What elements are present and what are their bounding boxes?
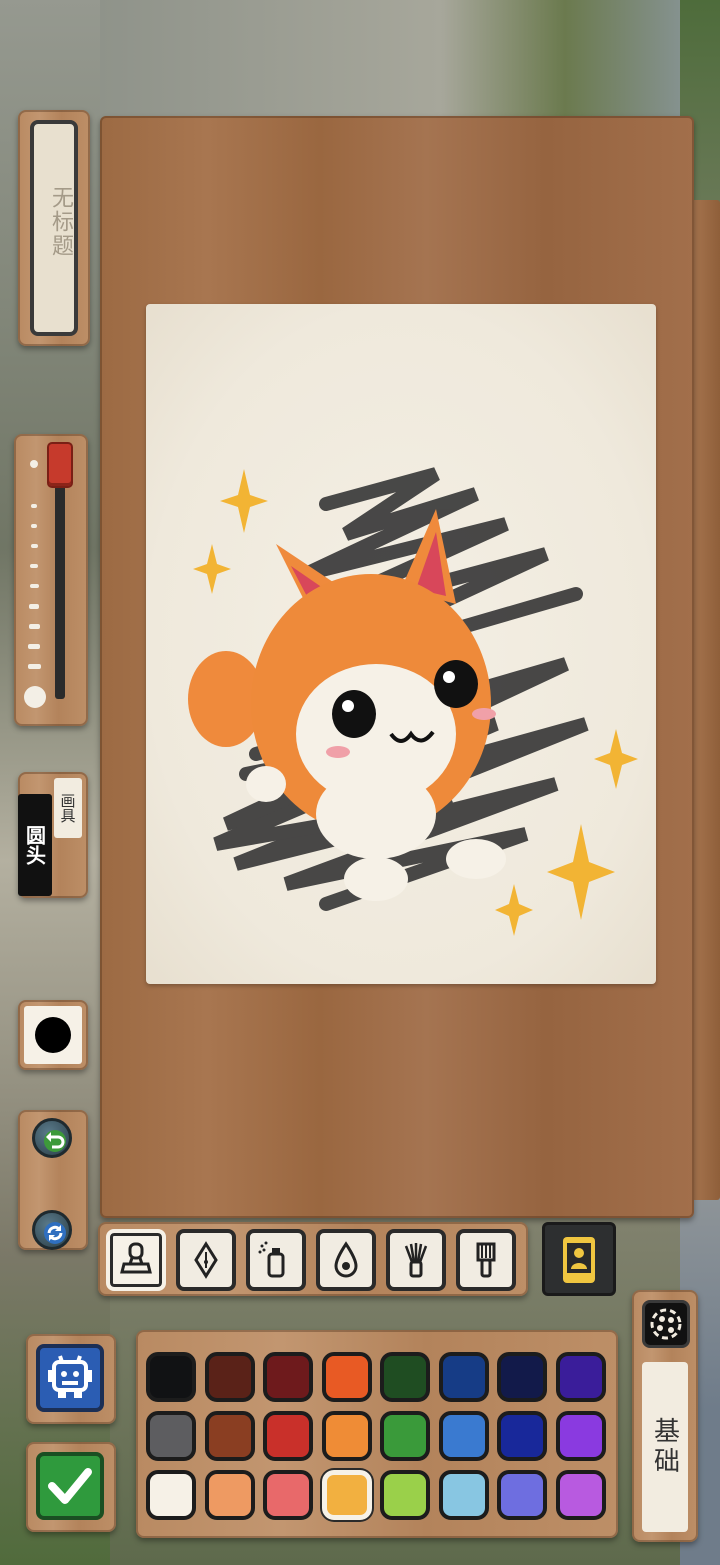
size-tick	[31, 504, 37, 508]
fan-brush-tool[interactable]	[386, 1229, 446, 1291]
color-swatch[interactable]	[321, 1470, 372, 1520]
size-tick	[30, 584, 39, 588]
confirm-button-frame	[26, 1442, 116, 1532]
mode-switch-button[interactable]	[642, 1300, 690, 1348]
brush-size-slider-handle[interactable]	[49, 444, 71, 486]
fan-brush-icon	[404, 1243, 428, 1278]
color-swatch[interactable]	[380, 1411, 430, 1461]
size-small-marker	[30, 460, 38, 468]
current-color-preview	[18, 1000, 88, 1070]
fill-tool[interactable]	[316, 1229, 376, 1291]
brush-size-panel	[14, 434, 88, 726]
flat-brush-tool[interactable]	[456, 1229, 516, 1291]
undo-button[interactable]	[32, 1118, 72, 1158]
color-preview-plate	[24, 1006, 82, 1064]
undo-icon	[44, 1130, 66, 1152]
stamp-icon	[120, 1242, 152, 1274]
palette-icon	[650, 1308, 682, 1340]
undo-redo-panel	[18, 1110, 88, 1250]
color-swatch[interactable]	[263, 1352, 313, 1402]
color-swatch[interactable]	[321, 1411, 372, 1461]
color-palette	[136, 1330, 618, 1538]
redo-icon	[44, 1222, 66, 1244]
color-swatch[interactable]	[555, 1411, 606, 1461]
pen-tool[interactable]	[176, 1229, 236, 1291]
current-color-dot	[35, 1017, 71, 1053]
reference-photo-button[interactable]	[542, 1222, 616, 1296]
checkmark-icon	[48, 1468, 92, 1504]
redo-button[interactable]	[32, 1210, 72, 1250]
canvas-title: 无标题	[48, 186, 73, 258]
color-swatch[interactable]	[321, 1352, 372, 1402]
color-swatch[interactable]	[555, 1470, 606, 1520]
brush-category-tag: 画具	[54, 778, 82, 838]
brush-size-slider-track[interactable]	[55, 474, 65, 699]
color-swatch[interactable]	[263, 1470, 313, 1520]
color-swatch[interactable]	[146, 1470, 196, 1520]
size-large-marker	[24, 686, 46, 708]
color-swatch[interactable]	[380, 1352, 430, 1402]
size-tick	[31, 544, 38, 548]
size-tick	[29, 604, 39, 609]
color-swatch[interactable]	[204, 1411, 255, 1461]
color-swatch[interactable]	[555, 1352, 606, 1402]
spray-can-icon	[258, 1241, 285, 1278]
brush-type-label[interactable]: 圆头	[18, 794, 52, 896]
spray-tool[interactable]	[246, 1229, 306, 1291]
color-swatch[interactable]	[438, 1411, 489, 1461]
size-tick	[29, 624, 40, 629]
background-scenery-top	[100, 0, 720, 120]
color-swatch[interactable]	[263, 1411, 313, 1461]
mode-label: 基础	[642, 1362, 688, 1532]
color-swatch[interactable]	[497, 1352, 547, 1402]
color-swatch[interactable]	[204, 1470, 255, 1520]
paint-drop-icon	[334, 1241, 358, 1278]
color-swatch[interactable]	[438, 1352, 489, 1402]
easel-post	[690, 200, 720, 1200]
color-swatch[interactable]	[380, 1470, 430, 1520]
canvas-title-plate[interactable]: 无标题	[30, 120, 78, 336]
canvas-artwork	[188, 467, 638, 936]
confirm-button[interactable]	[36, 1452, 104, 1520]
color-swatch[interactable]	[204, 1352, 255, 1402]
color-swatch[interactable]	[497, 1470, 547, 1520]
color-swatch[interactable]	[438, 1470, 489, 1520]
brush-type-panel[interactable]: 画具 圆头	[18, 772, 88, 898]
assistant-button[interactable]	[36, 1344, 104, 1412]
color-swatch[interactable]	[497, 1411, 547, 1461]
size-tick	[30, 564, 38, 568]
color-swatch[interactable]	[146, 1411, 196, 1461]
stamp-tool[interactable]	[106, 1229, 166, 1291]
drawing-canvas[interactable]	[146, 304, 656, 984]
color-swatch[interactable]	[146, 1352, 196, 1402]
size-tick	[28, 644, 40, 649]
assistant-button-frame	[26, 1334, 116, 1424]
size-tick	[28, 664, 41, 669]
flat-brush-icon	[476, 1242, 496, 1278]
robot-icon	[48, 1355, 92, 1398]
mode-panel: 基础	[632, 1290, 698, 1542]
brush-tools-bar	[98, 1222, 528, 1296]
phone-icon	[563, 1237, 595, 1283]
size-tick	[31, 524, 37, 528]
fountain-pen-icon	[194, 1241, 218, 1279]
canvas-title-panel[interactable]: 无标题	[18, 110, 90, 346]
